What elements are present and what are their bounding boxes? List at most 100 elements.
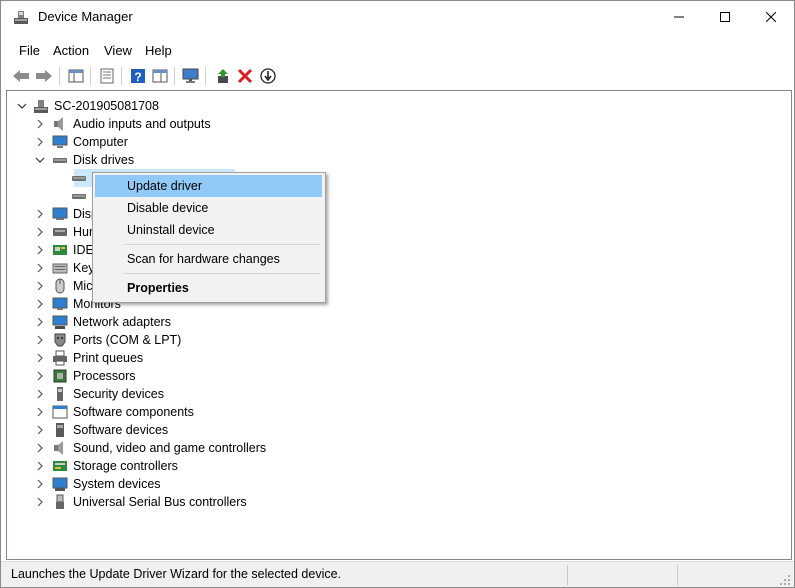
tree-item-software-devices[interactable]: Software devices xyxy=(7,421,789,439)
chevron-right-icon[interactable] xyxy=(34,442,46,454)
chevron-right-icon[interactable] xyxy=(34,118,46,130)
device-tree[interactable]: SC-201905081708 Audio inputs and outputs… xyxy=(6,90,792,560)
tree-item-print-queues[interactable]: Print queues xyxy=(7,349,789,367)
processor-icon xyxy=(53,369,67,383)
chevron-down-icon[interactable] xyxy=(34,154,46,166)
tree-item-security-devices[interactable]: Security devices xyxy=(7,385,789,403)
back-button[interactable] xyxy=(11,66,31,86)
menu-help[interactable]: Help xyxy=(145,43,172,59)
toolbar-separator xyxy=(174,67,175,85)
tree-item-audio[interactable]: Audio inputs and outputs xyxy=(7,115,789,133)
chevron-right-icon[interactable] xyxy=(34,370,46,382)
tree-item-label: Software components xyxy=(73,405,194,419)
tree-item-label: Processors xyxy=(73,369,136,383)
port-icon xyxy=(54,333,66,347)
chevron-right-icon[interactable] xyxy=(34,136,46,148)
display-adapter-icon xyxy=(52,207,68,220)
chevron-right-icon[interactable] xyxy=(34,424,46,436)
disable-button[interactable] xyxy=(258,66,278,86)
device-manager-icon xyxy=(14,11,28,24)
tree-item-computer[interactable]: Computer xyxy=(7,133,789,151)
update-driver-button[interactable] xyxy=(213,66,233,86)
maximize-button[interactable] xyxy=(702,1,748,33)
chevron-right-icon[interactable] xyxy=(34,406,46,418)
forward-button[interactable] xyxy=(34,66,54,86)
view-icon xyxy=(152,69,168,83)
status-divider xyxy=(567,565,568,585)
status-divider xyxy=(677,565,678,585)
menu-separator xyxy=(123,244,320,245)
toolbar-separator xyxy=(90,67,91,85)
tree-item-processors[interactable]: Processors xyxy=(7,367,789,385)
menu-item-uninstall-device[interactable]: Uninstall device xyxy=(95,219,322,241)
tree-item-label: Disk drives xyxy=(73,153,135,167)
properties-button[interactable] xyxy=(97,66,117,86)
chevron-right-icon[interactable] xyxy=(34,226,46,238)
maximize-icon xyxy=(720,12,730,22)
minimize-button[interactable] xyxy=(656,1,702,33)
tree-item-system-devices[interactable]: System devices xyxy=(7,475,789,493)
computer-host-icon xyxy=(34,100,48,113)
chevron-right-icon[interactable] xyxy=(34,244,46,256)
status-text: Launches the Update Driver Wizard for th… xyxy=(11,567,342,581)
tree-item-ports[interactable]: Ports (COM & LPT) xyxy=(7,331,789,349)
computer-icon xyxy=(52,135,68,148)
menu-action[interactable]: Action xyxy=(53,43,89,59)
tree-item-label: Software devices xyxy=(73,423,169,437)
chevron-right-icon[interactable] xyxy=(34,496,46,508)
tree-item-sound-video-game[interactable]: Sound, video and game controllers xyxy=(7,439,789,457)
toolbar-separator xyxy=(59,67,60,85)
help-button[interactable]: ? xyxy=(128,66,148,86)
menu-item-disable-device[interactable]: Disable device xyxy=(95,197,322,219)
chevron-right-icon[interactable] xyxy=(34,280,46,292)
disk-drive-icon xyxy=(71,188,87,204)
chevron-right-icon[interactable] xyxy=(34,388,46,400)
view-button[interactable] xyxy=(150,66,170,86)
tree-item-label: System devices xyxy=(73,477,161,491)
chevron-right-icon[interactable] xyxy=(34,208,46,220)
tree-item-label: Print queues xyxy=(73,351,144,365)
usb-icon xyxy=(56,494,64,509)
uninstall-icon xyxy=(237,68,253,84)
menu-bar: File Action View Help xyxy=(1,41,794,61)
tree-item-usb-controllers[interactable]: Universal Serial Bus controllers xyxy=(7,493,789,511)
disk-drive-icon xyxy=(52,152,68,168)
chevron-right-icon[interactable] xyxy=(34,262,46,274)
chevron-right-icon[interactable] xyxy=(34,460,46,472)
chevron-right-icon[interactable] xyxy=(34,478,46,490)
menu-file[interactable]: File xyxy=(19,43,40,59)
speaker-icon xyxy=(54,117,63,131)
chevron-right-icon[interactable] xyxy=(34,298,46,310)
tree-item-software-components[interactable]: Software components xyxy=(7,403,789,421)
window-title: Device Manager xyxy=(38,9,133,24)
chevron-down-icon[interactable] xyxy=(16,100,28,112)
tree-item-label: Computer xyxy=(73,135,128,149)
tree-item-label: Storage controllers xyxy=(73,459,178,473)
show-hide-console-tree-button[interactable] xyxy=(66,66,86,86)
tree-item-storage-controllers[interactable]: Storage controllers xyxy=(7,457,789,475)
menu-separator xyxy=(123,273,320,274)
menu-item-scan-hardware[interactable]: Scan for hardware changes xyxy=(95,248,322,270)
title-bar[interactable]: Device Manager xyxy=(1,1,794,33)
menu-item-label: Disable device xyxy=(127,201,209,215)
chevron-right-icon[interactable] xyxy=(34,316,46,328)
close-icon xyxy=(766,12,776,22)
chevron-right-icon[interactable] xyxy=(34,352,46,364)
monitor-icon xyxy=(52,297,68,310)
tree-item-disk-drives[interactable]: Disk drives xyxy=(7,151,789,169)
scan-hardware-button[interactable] xyxy=(181,66,201,86)
tree-item-network-adapters[interactable]: Network adapters xyxy=(7,313,789,331)
device-manager-window: Device Manager File Action View Help ? S… xyxy=(0,0,795,588)
toolbar-separator xyxy=(121,67,122,85)
menu-item-update-driver[interactable]: Update driver xyxy=(95,175,322,197)
storage-controller-icon xyxy=(53,461,67,471)
ide-controller-icon xyxy=(53,245,67,255)
chevron-right-icon[interactable] xyxy=(34,334,46,346)
menu-view[interactable]: View xyxy=(104,43,132,59)
tree-root[interactable]: SC-201905081708 xyxy=(7,97,789,115)
uninstall-button[interactable] xyxy=(235,66,255,86)
menu-item-properties[interactable]: Properties xyxy=(95,277,322,299)
tree-item-label: Sound, video and game controllers xyxy=(73,441,267,455)
resize-grip-icon[interactable] xyxy=(780,575,790,585)
close-button[interactable] xyxy=(748,1,794,33)
